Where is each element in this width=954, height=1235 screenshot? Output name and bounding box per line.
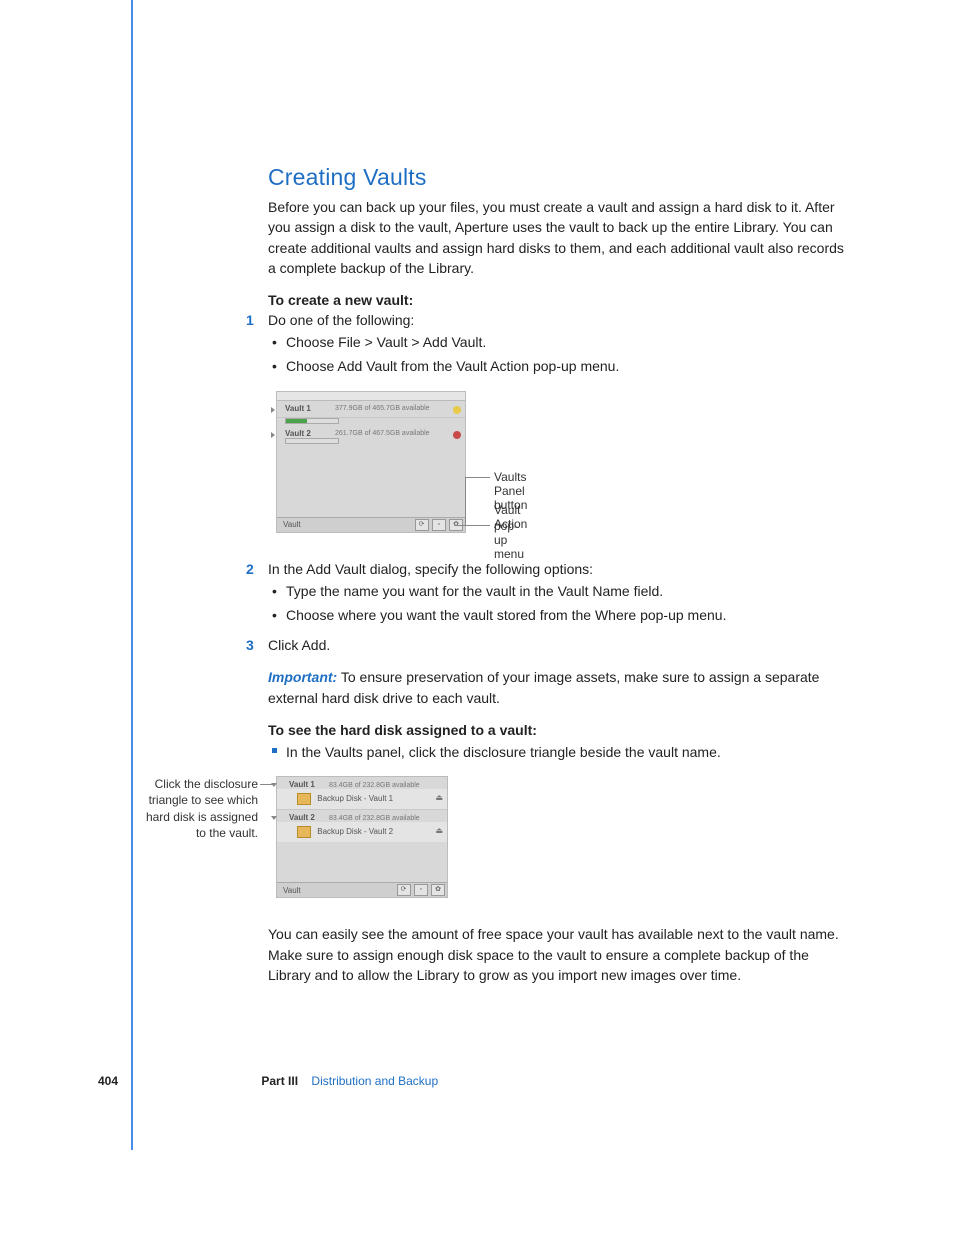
step-number: 1 — [246, 312, 254, 328]
subhead-see-disk: To see the hard disk assigned to a vault… — [268, 722, 848, 738]
disk-name: Backup Disk - Vault 2 — [317, 827, 393, 836]
disclosure-triangle-icon — [271, 432, 275, 438]
vertical-rule — [131, 0, 133, 1150]
vault-info: 377.9GB of 465.7GB available — [335, 404, 430, 412]
vault-name: Vault 2 — [285, 429, 335, 438]
page-title: Creating Vaults — [268, 164, 848, 191]
subhead-create-vault: To create a new vault: — [268, 292, 848, 308]
step2-bullets: Type the name you want for the vault in … — [268, 581, 848, 626]
step-number: 2 — [246, 561, 254, 577]
vault-info: 83.4GB of 232.8GB available — [329, 815, 420, 822]
main-content: Creating Vaults Before you can back up y… — [268, 164, 848, 999]
usage-bar — [285, 418, 339, 424]
figure-caption: Click the disclosure triangle to see whi… — [140, 776, 258, 841]
disclosure-triangle-icon — [271, 783, 277, 787]
vault-name: Vault 1 — [285, 404, 335, 413]
bullet-item: Choose File > Vault > Add Vault. — [286, 332, 848, 352]
step-number: 3 — [246, 637, 254, 653]
step-text: Click Add. — [268, 637, 330, 653]
vault-name: Vault 2 — [289, 813, 315, 822]
bullet-item: Choose Add Vault from the Vault Action p… — [286, 356, 848, 376]
vault-info: 83.4GB of 232.8GB available — [329, 782, 420, 789]
eject-icon: ⏏ — [435, 793, 443, 802]
square-bullet-list: In the Vaults panel, click the disclosur… — [268, 742, 848, 762]
panel-footer-label: Vault — [283, 520, 301, 529]
part-label: Part III — [261, 1074, 298, 1088]
eject-icon: ⏏ — [435, 826, 443, 835]
sync-icon: ⟳ — [397, 884, 411, 896]
callout-label: pop-up menu — [494, 519, 524, 561]
sync-status-icon — [453, 406, 461, 414]
important-note: Important: To ensure preservation of you… — [268, 667, 848, 708]
intro-paragraph: Before you can back up your files, you m… — [268, 197, 848, 278]
step-text: In the Add Vault dialog, specify the fol… — [268, 561, 593, 577]
important-label: Important: — [268, 669, 337, 685]
panel-footer-label: Vault — [283, 886, 301, 895]
vault-name: Vault 1 — [289, 780, 315, 789]
vaults-panel-screenshot: Vault 1 377.9GB of 465.7GB available Vau… — [276, 391, 466, 533]
section-label: Distribution and Backup — [311, 1074, 438, 1088]
closing-paragraph: You can easily see the amount of free sp… — [268, 924, 848, 985]
panel-toggle-icon: ▫ — [414, 884, 428, 896]
sync-status-icon — [453, 431, 461, 439]
page-number: 404 — [98, 1074, 118, 1088]
vaults-panel-expanded-screenshot: Vault 1 83.4GB of 232.8GB available Back… — [276, 776, 448, 898]
disk-icon — [297, 826, 311, 838]
step-1: 1 Do one of the following: — [268, 312, 848, 328]
bullet-item: Type the name you want for the vault in … — [286, 581, 848, 601]
figure-disclosure: Click the disclosure triangle to see whi… — [268, 776, 848, 906]
page-footer: 404 Part III Distribution and Backup — [98, 1074, 798, 1088]
panel-toggle-icon: ▫ — [432, 519, 446, 531]
disclosure-triangle-icon — [271, 407, 275, 413]
step-2: 2 In the Add Vault dialog, specify the f… — [268, 561, 848, 577]
figure-vaults-panel: Vault 1 377.9GB of 465.7GB available Vau… — [268, 391, 848, 541]
step1-bullets: Choose File > Vault > Add Vault. Choose … — [268, 332, 848, 377]
sync-icon: ⟳ — [415, 519, 429, 531]
step-text: Do one of the following: — [268, 312, 414, 328]
disk-icon — [297, 793, 311, 805]
bullet-item: In the Vaults panel, click the disclosur… — [286, 742, 848, 762]
vault-info: 261.7GB of 467.5GB available — [335, 429, 430, 437]
bullet-item: Choose where you want the vault stored f… — [286, 605, 848, 625]
action-menu-icon: ✿ — [431, 884, 445, 896]
usage-bar — [285, 438, 339, 444]
important-text: To ensure preservation of your image ass… — [268, 669, 819, 705]
disk-name: Backup Disk - Vault 1 — [317, 794, 393, 803]
disclosure-triangle-icon — [271, 816, 277, 820]
step-3: 3 Click Add. — [268, 637, 848, 653]
